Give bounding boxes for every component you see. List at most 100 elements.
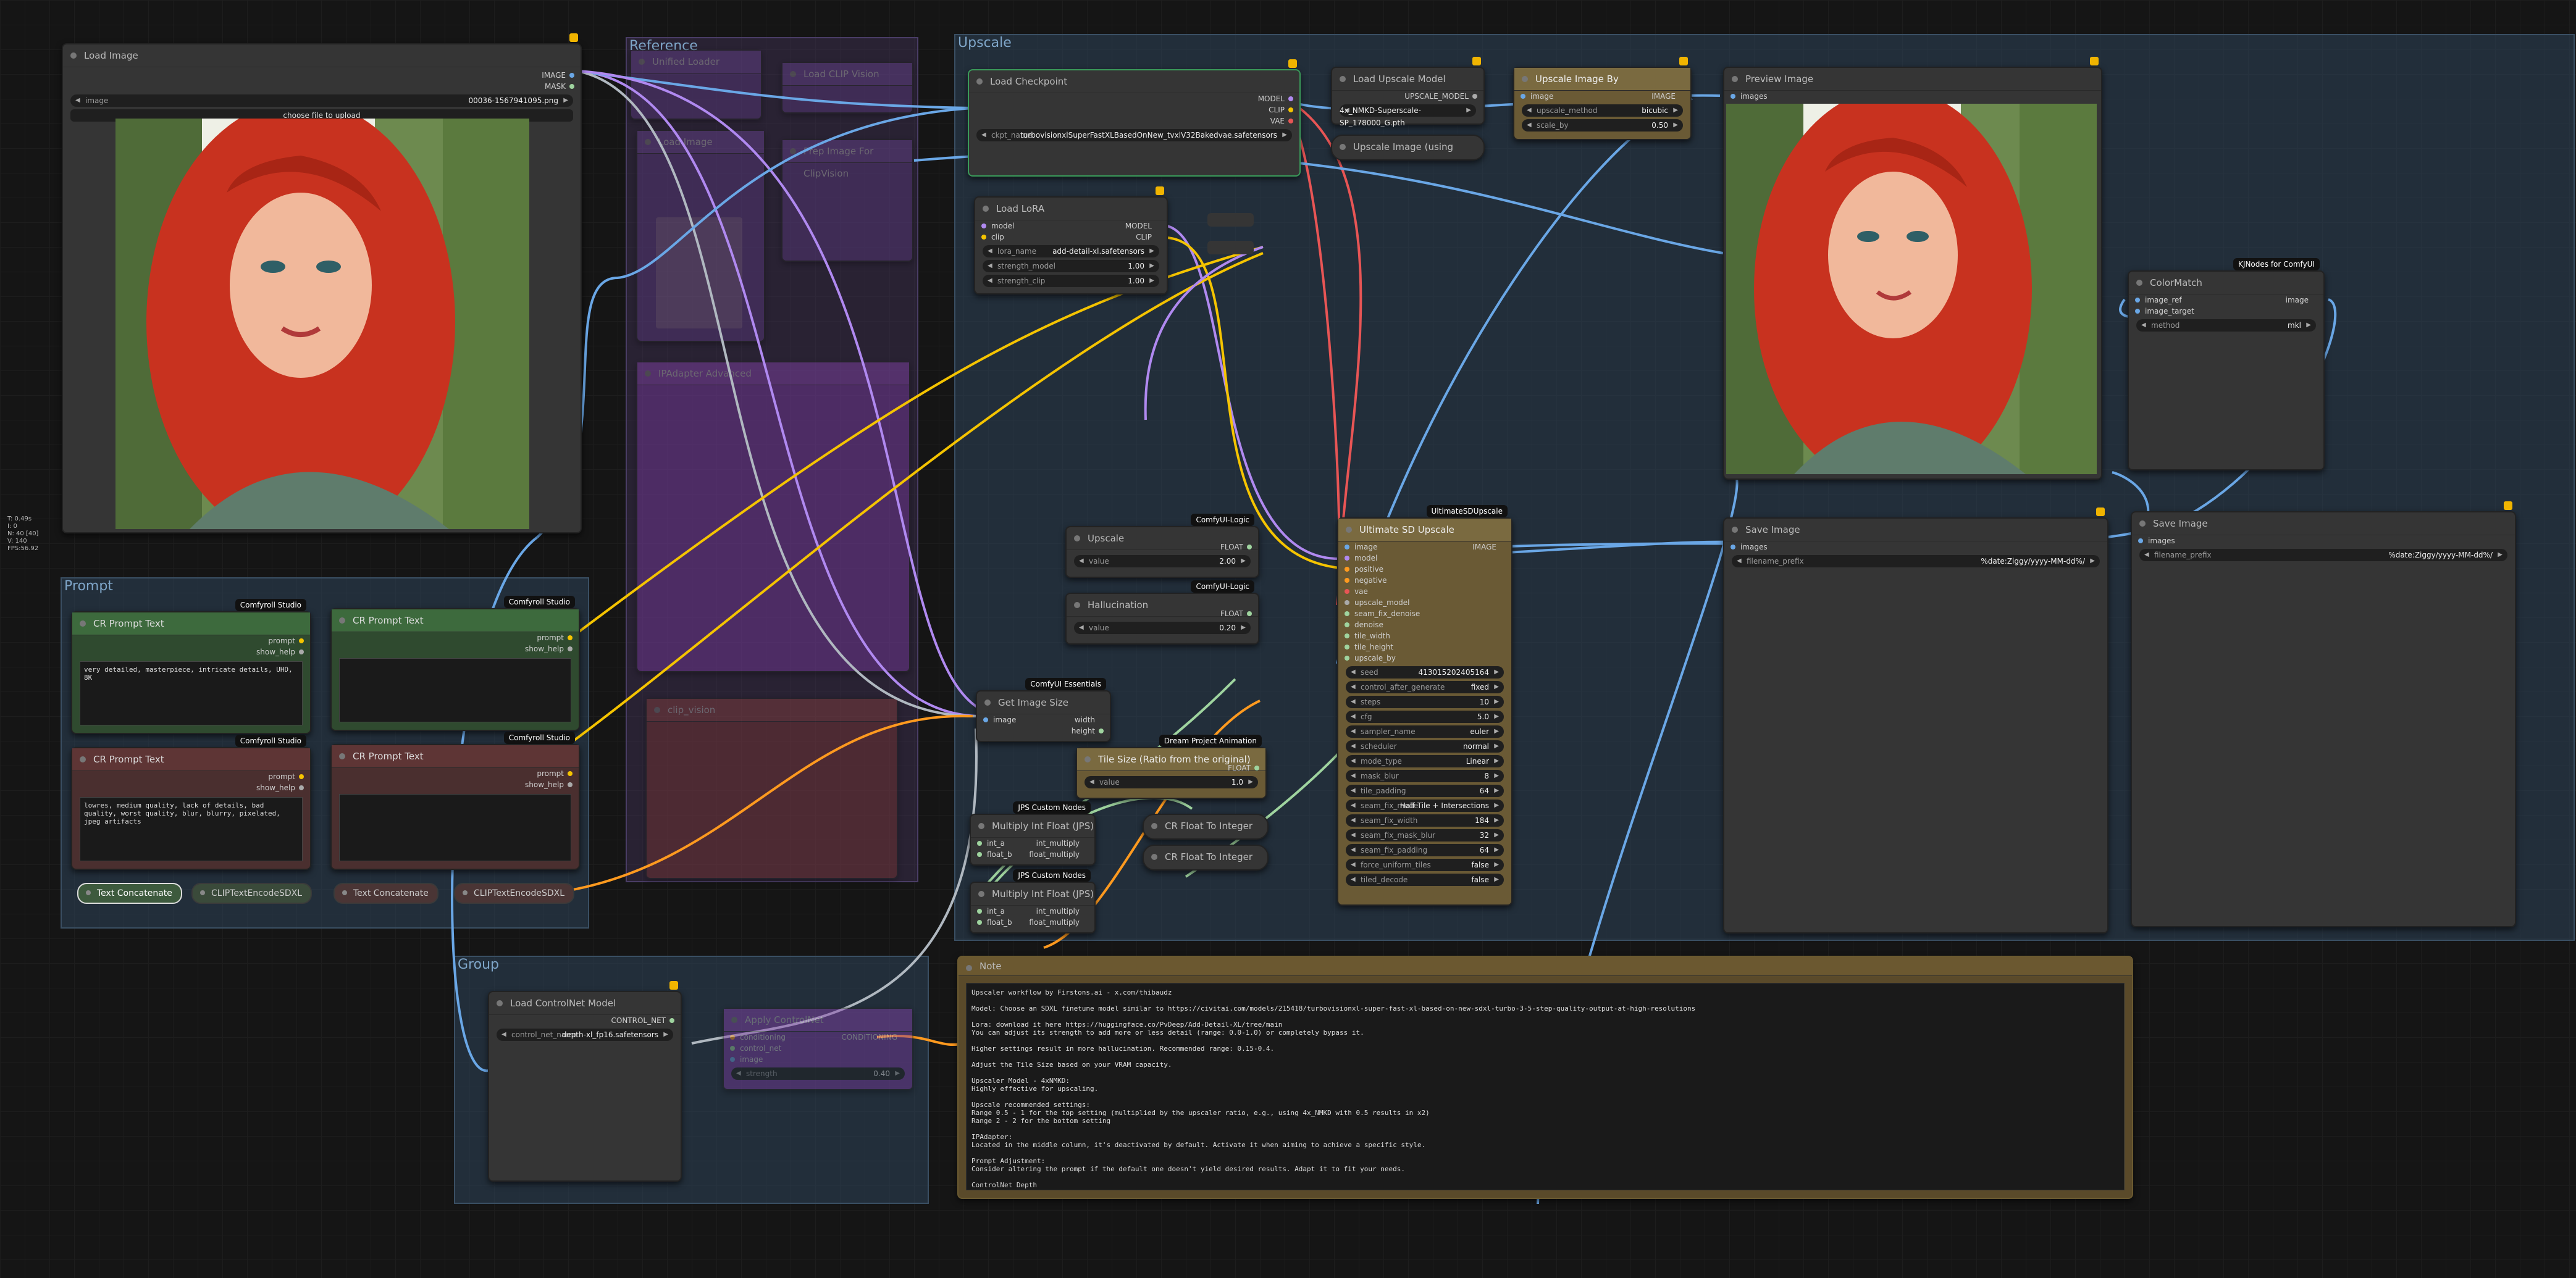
- input-upscale-model[interactable]: upscale_model: [1338, 597, 1511, 608]
- input-image-ref[interactable]: image_ref image: [2129, 294, 2323, 306]
- input-image[interactable]: image width: [977, 714, 1110, 725]
- prompt-textarea[interactable]: [339, 658, 571, 722]
- output-clip[interactable]: CLIP: [969, 104, 1299, 115]
- colormatch-node[interactable]: KJNodes for ComfyUI ColorMatch image_ref…: [2128, 258, 2325, 470]
- input-images[interactable]: images: [1724, 541, 2107, 553]
- save-image-node-1[interactable]: Save Image images filename_prefix%date:Z…: [1723, 507, 2108, 933]
- usdu-widget[interactable]: sampler_nameeuler: [1346, 725, 1504, 738]
- input-conditioning[interactable]: conditioning CONDITIONING: [724, 1032, 912, 1043]
- collapse-dot-icon[interactable]: [70, 52, 77, 59]
- usdu-widget[interactable]: seam_fix_padding64: [1346, 844, 1504, 856]
- ckpt-select[interactable]: ckpt_nameturbovisionxlSuperFastXLBasedOn…: [976, 129, 1292, 141]
- strength-clip-slider[interactable]: strength_clip1.00: [983, 275, 1159, 287]
- output-mask[interactable]: MASK: [63, 81, 581, 92]
- cr-float-to-int-2[interactable]: CR Float To Integer: [1143, 845, 1269, 871]
- note-node[interactable]: Note Upscaler workflow by Firstons.ai - …: [957, 956, 2133, 1199]
- upscale-image-using-node[interactable]: Upscale Image (using: [1331, 135, 1485, 161]
- usdu-widget[interactable]: schedulernormal: [1346, 740, 1504, 753]
- usdu-widget[interactable]: cfg5.0: [1346, 711, 1504, 723]
- strength-model-slider[interactable]: strength_model1.00: [983, 260, 1159, 272]
- output-prompt[interactable]: prompt: [72, 771, 310, 782]
- output-float[interactable]: FLOAT: [1077, 762, 1265, 774]
- preview-image-node[interactable]: Preview Image images: [1723, 57, 2102, 480]
- hallucination-node[interactable]: ComfyUI-Logic Hallucination FLOAT value0…: [1065, 580, 1259, 645]
- input-clip[interactable]: clip CLIP: [975, 232, 1167, 243]
- usdu-widget[interactable]: tile_padding64: [1346, 785, 1504, 797]
- tile-size-node[interactable]: Dream Project Animation Tile Size (Ratio…: [1076, 735, 1267, 799]
- usdu-widget[interactable]: steps10: [1346, 696, 1504, 708]
- cr-float-to-int-1[interactable]: CR Float To Integer: [1143, 814, 1269, 840]
- output-control-net[interactable]: CONTROL_NET: [489, 1015, 681, 1026]
- filename-prefix-field[interactable]: filename_prefix%date:Ziggy/yyyy-MM-dd%/: [2139, 549, 2507, 561]
- input-seam-fix-denoise[interactable]: seam_fix_denoise: [1338, 608, 1511, 619]
- load-controlnet-node[interactable]: Load ControlNet Model CONTROL_NET contro…: [488, 981, 682, 1182]
- input-tile-height[interactable]: tile_height: [1338, 641, 1511, 653]
- upscale-model-select[interactable]: 4x_NMKD-Superscale-SP_178000_G.pth: [1340, 104, 1476, 127]
- save-image-node-2[interactable]: Save Image images filename_prefix%date:Z…: [2131, 501, 2516, 927]
- get-image-size-node[interactable]: ComfyUI Essentials Get Image Size image w…: [976, 678, 1111, 742]
- input-image[interactable]: image IMAGE: [1514, 91, 1690, 102]
- load-upscale-model-node[interactable]: Load Upscale Model UPSCALE_MODEL 4x_NMKD…: [1331, 57, 1485, 127]
- usdu-widget[interactable]: seam_fix_mask_blur32: [1346, 829, 1504, 842]
- usdu-toggle[interactable]: tiled_decodefalse: [1346, 874, 1504, 886]
- load-lora-node[interactable]: Load LoRA modelMODEL clipCLIP lora_namea…: [974, 186, 1168, 294]
- input-int-a[interactable]: int_a int_multiply: [971, 838, 1094, 849]
- clip-encode-sdxl-1[interactable]: CLIPTextEncodeSDXL: [191, 883, 312, 904]
- usdu-widget[interactable]: seed413015202405164: [1346, 666, 1504, 679]
- output-float[interactable]: FLOAT: [1067, 608, 1258, 619]
- input-positive[interactable]: positive: [1338, 564, 1511, 575]
- text-concatenate-2[interactable]: Text Concatenate: [334, 883, 438, 904]
- input-upscale-by[interactable]: upscale_by: [1338, 653, 1511, 664]
- apply-controlnet-node[interactable]: Apply ControlNet conditioning CONDITIONIN…: [723, 1008, 913, 1090]
- upscale-image-by-node[interactable]: Upscale Image By imageIMAGE upscale_meth…: [1513, 57, 1692, 140]
- input-denoise[interactable]: denoise: [1338, 619, 1511, 630]
- cr-prompt-negative-1[interactable]: Comfyroll Studio CR Prompt Text prompt s…: [71, 735, 311, 870]
- input-tile-width[interactable]: tile_width: [1338, 630, 1511, 641]
- input-negative[interactable]: negative: [1338, 575, 1511, 586]
- multiply-int-float-2[interactable]: JPS Custom Nodes Multiply Int Float (JPS…: [970, 869, 1096, 933]
- tile-size-value-field[interactable]: value1.0: [1085, 776, 1258, 788]
- usdu-widget[interactable]: mode_typeLinear: [1346, 755, 1504, 767]
- input-images[interactable]: images: [2132, 535, 2515, 546]
- output-height[interactable]: height: [977, 725, 1110, 737]
- output-show-help[interactable]: show_help: [332, 779, 579, 790]
- input-float-b[interactable]: float_b float_multiply: [971, 849, 1094, 860]
- multiply-int-float-1[interactable]: JPS Custom Nodes Multiply Int Float (JPS…: [970, 801, 1096, 866]
- cr-prompt-positive-2[interactable]: Comfyroll Studio CR Prompt Text prompt s…: [330, 596, 580, 731]
- image-select[interactable]: image00036-1567941095.png: [70, 94, 573, 107]
- hallucination-value-field[interactable]: value0.20: [1074, 622, 1251, 634]
- scale-by-slider[interactable]: scale_by0.50: [1522, 119, 1683, 132]
- output-float[interactable]: FLOAT: [1067, 541, 1258, 553]
- cr-prompt-positive-1[interactable]: Comfyroll Studio CR Prompt Text prompt s…: [71, 599, 311, 734]
- load-checkpoint-node[interactable]: Load Checkpoint MODEL CLIP VAE ckpt_name…: [968, 59, 1301, 177]
- method-select[interactable]: methodmkl: [2136, 319, 2316, 332]
- output-vae[interactable]: VAE: [969, 115, 1299, 127]
- input-image[interactable]: image: [724, 1054, 912, 1065]
- note-text[interactable]: Upscaler workflow by Firstons.ai - x.com…: [966, 983, 2125, 1190]
- input-model[interactable]: model: [1338, 553, 1511, 564]
- input-model[interactable]: model MODEL: [975, 220, 1167, 232]
- clip-encode-sdxl-2[interactable]: CLIPTextEncodeSDXL: [454, 883, 574, 904]
- prompt-textarea[interactable]: [339, 794, 571, 861]
- text-concatenate-1[interactable]: Text Concatenate: [77, 883, 182, 904]
- reroute-node[interactable]: [1207, 213, 1254, 227]
- prompt-textarea[interactable]: very detailed, masterpiece, intricate de…: [80, 661, 303, 725]
- input-vae[interactable]: vae: [1338, 586, 1511, 597]
- upscale-float-node[interactable]: ComfyUI-Logic Upscale FLOAT value2.00: [1065, 514, 1259, 578]
- input-images[interactable]: images: [1724, 91, 2101, 102]
- usdu-widget[interactable]: seam_fix_width184: [1346, 814, 1504, 827]
- prompt-textarea[interactable]: lowres, medium quality, lack of details,…: [80, 797, 303, 861]
- output-image[interactable]: IMAGE: [63, 70, 581, 81]
- usdu-widget[interactable]: mask_blur8: [1346, 770, 1504, 782]
- output-show-help[interactable]: show_help: [72, 782, 310, 793]
- strength-slider[interactable]: strength0.40: [731, 1067, 905, 1080]
- output-prompt[interactable]: prompt: [332, 768, 579, 779]
- reroute-node[interactable]: [1207, 241, 1254, 254]
- usdu-widget[interactable]: seam_fix_modeHalf Tile + Intersections: [1346, 800, 1504, 812]
- output-show-help[interactable]: show_help: [332, 643, 579, 654]
- upscale-value-field[interactable]: value2.00: [1074, 555, 1251, 567]
- input-image-target[interactable]: image_target: [2129, 306, 2323, 317]
- output-prompt[interactable]: prompt: [332, 632, 579, 643]
- controlnet-name-select[interactable]: control_net_namedepth-xl_fp16.safetensor…: [497, 1029, 673, 1041]
- filename-prefix-field[interactable]: filename_prefix%date:Ziggy/yyyy-MM-dd%/: [1732, 555, 2100, 567]
